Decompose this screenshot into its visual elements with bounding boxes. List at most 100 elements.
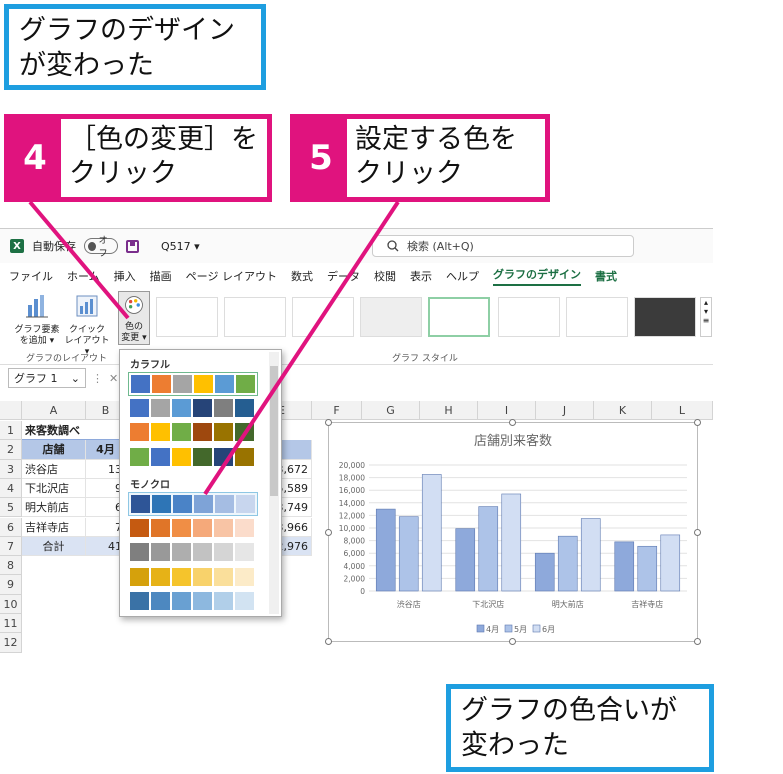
color-palette-option[interactable] — [128, 541, 256, 563]
callout-line: クリック — [69, 158, 177, 189]
store-cell[interactable]: 吉祥寺店 — [22, 517, 86, 537]
add-chart-element-button[interactable]: グラフ要素 を追加 ▾ — [14, 293, 60, 347]
column-header[interactable]: F — [312, 401, 362, 420]
color-swatch — [152, 375, 171, 393]
color-swatch — [235, 423, 254, 441]
style-gallery-scroll[interactable]: ▴ ▾ ≡ — [700, 297, 712, 337]
color-swatch — [215, 375, 234, 393]
resize-handle[interactable] — [509, 638, 516, 645]
bar-4月 — [375, 508, 396, 592]
menu-insert[interactable]: 挿入 — [114, 268, 136, 284]
chart-style-thumb[interactable] — [498, 297, 560, 337]
menu-file[interactable]: ファイル — [9, 268, 53, 284]
column-header[interactable]: L — [652, 401, 713, 420]
header-cell-store[interactable]: 店舗 — [22, 440, 86, 460]
row-header[interactable]: 1 — [0, 421, 22, 441]
color-palette-option[interactable] — [128, 397, 256, 419]
search-icon — [387, 240, 399, 252]
callout-line: ［色の変更］を — [69, 124, 258, 155]
color-palette-option[interactable] — [128, 566, 256, 588]
chart-style-thumb[interactable] — [360, 297, 422, 337]
bar-4月 — [614, 541, 635, 592]
table-title-cell[interactable]: 来客数調べ — [22, 421, 126, 441]
scroll-thumb[interactable] — [270, 366, 278, 496]
row-header[interactable]: 12 — [0, 633, 22, 653]
select-all-corner[interactable] — [0, 401, 22, 420]
legend-swatch — [532, 624, 541, 633]
callout-line: グラフのデザイン — [19, 15, 235, 46]
chart-style-thumb[interactable] — [224, 297, 286, 337]
row-header[interactable]: 4 — [0, 478, 22, 499]
menu-data[interactable]: データ — [327, 268, 360, 284]
column-header[interactable]: A — [22, 401, 86, 420]
chart-style-thumb-selected[interactable] — [428, 297, 490, 337]
row-header[interactable]: 11 — [0, 614, 22, 634]
column-header[interactable]: K — [594, 401, 652, 420]
resize-handle[interactable] — [694, 529, 701, 536]
chart-style-thumb[interactable] — [566, 297, 628, 337]
color-swatch — [236, 495, 255, 513]
row-header[interactable]: 7 — [0, 536, 22, 557]
menu-home[interactable]: ホーム — [67, 268, 100, 284]
column-header[interactable]: J — [536, 401, 594, 420]
file-name[interactable]: Q517 ▾ — [161, 240, 200, 253]
row-header[interactable]: 6 — [0, 517, 22, 537]
row-header[interactable]: 2 — [0, 440, 22, 460]
column-header[interactable]: G — [362, 401, 420, 420]
autosave-toggle[interactable]: オフ — [84, 236, 118, 259]
color-swatch — [172, 447, 191, 466]
column-header[interactable]: H — [420, 401, 478, 420]
bar-6月 — [421, 474, 442, 592]
color-palette-option[interactable] — [128, 446, 256, 468]
column-header[interactable]: I — [478, 401, 536, 420]
dropdown-scrollbar[interactable] — [269, 352, 279, 614]
y-tick-label: 0 — [360, 587, 365, 596]
row-header[interactable]: 10 — [0, 594, 22, 614]
formula-bar: グラフ 1 ⌄ ⋮ ✕ — [0, 365, 713, 391]
menu-formulas[interactable]: 数式 — [291, 268, 313, 284]
resize-handle[interactable] — [694, 419, 701, 426]
store-cell[interactable]: 渋谷店 — [22, 459, 86, 479]
chart-style-thumb[interactable] — [292, 297, 354, 337]
legend-label: 5月 — [514, 625, 527, 634]
group-label-style: グラフ スタイル — [392, 354, 458, 364]
row-header[interactable]: 9 — [0, 575, 22, 595]
save-icon[interactable] — [126, 239, 139, 253]
menu-review[interactable]: 校閲 — [374, 268, 396, 284]
store-cell[interactable]: 下北沢店 — [22, 478, 86, 499]
quick-layout-button[interactable]: クイック レイアウト ▾ — [64, 293, 110, 358]
menu-view[interactable]: 表示 — [410, 268, 432, 284]
search-input[interactable]: 検索 (Alt+Q) — [372, 235, 634, 257]
color-palette-option[interactable] — [128, 372, 258, 396]
name-box[interactable]: グラフ 1 ⌄ — [8, 368, 86, 388]
color-palette-option[interactable] — [128, 590, 256, 612]
callout-line: が変わった — [19, 50, 154, 81]
store-cell-total[interactable]: 合計 — [22, 536, 86, 557]
row-header[interactable]: 3 — [0, 459, 22, 479]
change-colors-button[interactable]: 色の 変更 ▾ — [118, 291, 150, 345]
menu-help[interactable]: ヘルプ — [446, 268, 479, 284]
color-palette-option[interactable] — [128, 492, 258, 516]
menu-draw[interactable]: 描画 — [150, 268, 172, 284]
menu-chart-design[interactable]: グラフのデザイン — [492, 266, 581, 286]
color-palette-option[interactable] — [128, 421, 256, 443]
color-swatch — [193, 567, 212, 586]
chart-object[interactable]: 店舗別来客数 0 2,000 4,000 6,000 8,000 10,000 12,000 1… — [325, 419, 701, 645]
chart-style-thumb[interactable] — [634, 297, 696, 337]
menu-format[interactable]: 書式 — [595, 268, 617, 284]
resize-handle[interactable] — [325, 419, 332, 426]
cancel-icon[interactable]: ✕ — [109, 372, 118, 385]
chart-style-thumb[interactable] — [156, 297, 218, 337]
resize-handle[interactable] — [694, 638, 701, 645]
bar-6月 — [580, 518, 601, 592]
menu-page-layout[interactable]: ページ レイアウト — [186, 268, 277, 284]
resize-handle[interactable] — [325, 529, 332, 536]
resize-handle[interactable] — [325, 638, 332, 645]
row-header[interactable]: 5 — [0, 498, 22, 518]
resize-handle[interactable] — [509, 419, 516, 426]
color-palette-option[interactable] — [128, 517, 256, 539]
row-header[interactable]: 8 — [0, 556, 22, 576]
store-cell[interactable]: 明大前店 — [22, 498, 86, 518]
callout-line: 変わった — [461, 730, 569, 761]
y-tick-label: 20,000 — [339, 461, 365, 470]
